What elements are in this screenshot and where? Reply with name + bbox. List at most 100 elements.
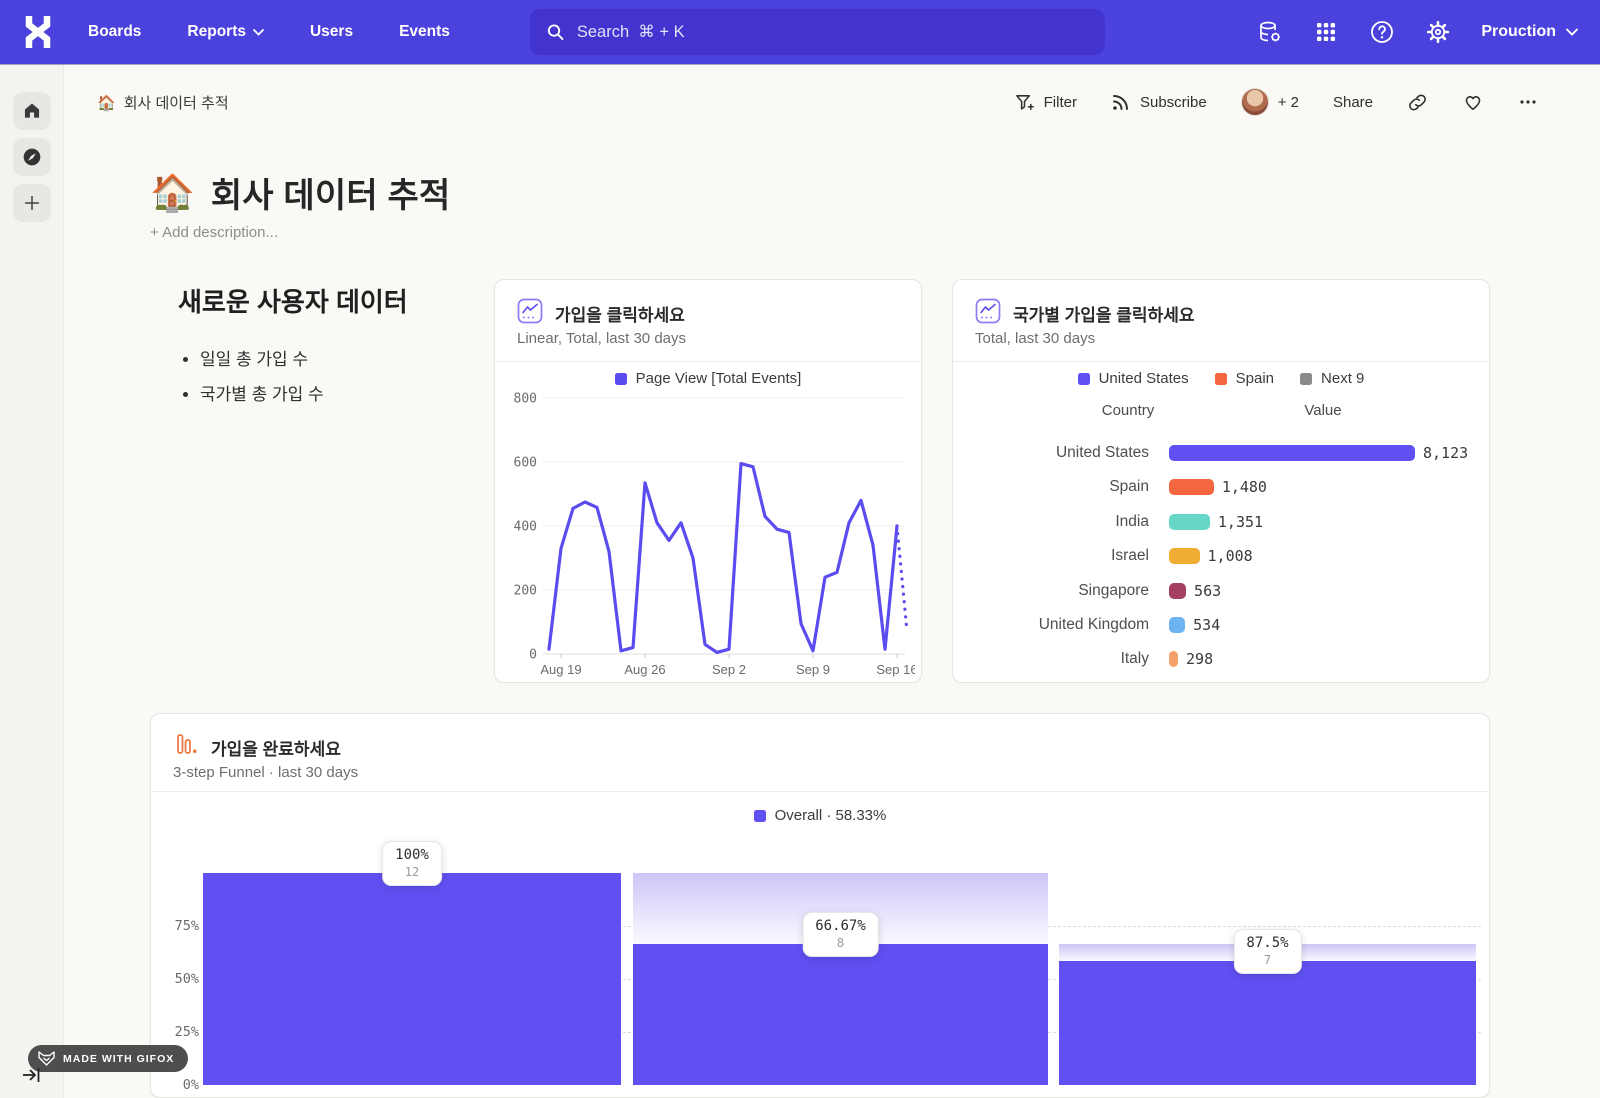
report-title[interactable]: 가입을 클릭하세요 [555, 301, 685, 326]
gifox-badge[interactable]: MADE WITH GIFOX [28, 1045, 188, 1072]
funnel-y-axis-label: 50% [155, 971, 199, 987]
funnel-step-bar-1[interactable] [203, 873, 621, 1085]
breadcrumb-label: 회사 데이터 추적 [124, 92, 229, 113]
ellipsis-icon [1518, 92, 1538, 112]
board-members[interactable]: + 2 [1241, 88, 1299, 116]
data-management-icon[interactable] [1257, 19, 1283, 45]
country-value-bar[interactable] [1169, 479, 1214, 495]
left-rail [0, 64, 64, 1098]
plus-icon [23, 194, 41, 212]
board-emoji: 🏠 [97, 94, 116, 112]
country-row-united-kingdom[interactable]: United Kingdom 534 [953, 608, 1489, 642]
country-row-united-states[interactable]: United States8,123 [953, 436, 1489, 470]
text-widget-bullet: 국가별 총 가입 수 [200, 380, 478, 405]
nav-users[interactable]: Users [310, 23, 353, 41]
search-input[interactable] [577, 23, 1089, 42]
page-title[interactable]: 회사 데이터 추적 [211, 168, 451, 217]
nav-boards[interactable]: Boards [88, 23, 141, 41]
mixpanel-logo-icon[interactable] [18, 12, 58, 52]
help-icon[interactable] [1369, 19, 1395, 45]
fox-icon [38, 1051, 55, 1066]
funnel-step-tooltip-1: 100%12 [382, 841, 442, 886]
funnel-step-bar-2[interactable] [633, 944, 1048, 1085]
country-value: 1,008 [1208, 547, 1253, 565]
apps-grid-icon[interactable] [1313, 19, 1339, 45]
board-title-row: 🏠 회사 데이터 추적 [150, 168, 450, 217]
nav-reports[interactable]: Reports [187, 23, 264, 41]
funnel-y-axis-label: 75% [155, 918, 199, 934]
settings-gear-icon[interactable] [1425, 19, 1451, 45]
board-toolbar: Filter Subscribe + 2 Share [1014, 88, 1538, 116]
country-row-india[interactable]: India1,351 [953, 505, 1489, 539]
svg-text:0: 0 [529, 648, 537, 663]
conversion-percent: 66.67% [815, 918, 866, 934]
country-label: India [953, 513, 1149, 531]
copy-link-button[interactable] [1407, 92, 1428, 113]
text-widget-bullet: 일일 총 가입 수 [200, 345, 478, 370]
country-bar-card: 국가별 가입을 클릭하세요 Total, last 30 days United… [952, 279, 1490, 683]
legend-swatch [1300, 373, 1312, 385]
filter-button[interactable]: Filter [1014, 92, 1077, 113]
favorite-button[interactable] [1462, 91, 1484, 113]
svg-text:800: 800 [514, 392, 537, 407]
country-label: United Kingdom [953, 616, 1149, 634]
text-widget-heading: 새로운 사용자 데이터 [178, 282, 478, 319]
svg-text:Sep 16: Sep 16 [876, 662, 915, 677]
funnel-step-tooltip-2: 66.67% 8 [802, 912, 879, 957]
country-value-bar[interactable] [1169, 445, 1415, 461]
home-button[interactable] [13, 92, 51, 130]
rss-icon [1111, 92, 1131, 112]
country-row-israel[interactable]: Israel1,008 [953, 539, 1489, 573]
members-more-count: + 2 [1278, 94, 1299, 111]
country-value: 8,123 [1423, 444, 1468, 462]
more-options-button[interactable] [1518, 92, 1538, 112]
search-bar[interactable] [530, 9, 1105, 55]
project-switcher[interactable]: Prouction [1481, 23, 1578, 41]
legend-item-united-states[interactable]: United States [1078, 370, 1189, 387]
funnel-step-tooltip-3: 87.5%7 [1233, 929, 1301, 974]
nav-events[interactable]: Events [399, 23, 450, 41]
line-chart-plot[interactable]: 0200400600800Aug 19Aug 26Sep 2Sep 9Sep 1… [503, 384, 915, 683]
line-chart-card: 가입을 클릭하세요 Linear, Total, last 30 days Pa… [494, 279, 922, 683]
country-label: Singapore [953, 582, 1149, 600]
chevron-down-icon [253, 29, 264, 36]
funnel-step-bar-3[interactable] [1059, 961, 1476, 1085]
collapse-sidebar-icon[interactable] [22, 1066, 42, 1084]
legend: United States Spain Next 9 [953, 370, 1489, 387]
country-row-spain[interactable]: Spain1,480 [953, 470, 1489, 504]
svg-text:200: 200 [514, 584, 537, 599]
country-value: 563 [1194, 582, 1221, 600]
legend-item-next-9[interactable]: Next 9 [1300, 370, 1364, 387]
add-description-button[interactable]: + Add description... [150, 224, 278, 241]
breadcrumb[interactable]: 🏠 회사 데이터 추적 [97, 92, 229, 113]
country-value-bar[interactable] [1169, 548, 1200, 564]
subscribe-button[interactable]: Subscribe [1111, 92, 1207, 112]
share-button[interactable]: Share [1333, 94, 1373, 111]
svg-text:Sep 9: Sep 9 [796, 662, 830, 677]
text-widget: 새로운 사용자 데이터 일일 총 가입 수 국가별 총 가입 수 [178, 282, 478, 415]
legend-item-spain[interactable]: Spain [1215, 370, 1274, 387]
create-button[interactable] [13, 184, 51, 222]
report-title[interactable]: 국가별 가입을 클릭하세요 [1013, 301, 1195, 326]
country-row-italy[interactable]: Italy298 [953, 642, 1489, 676]
funnel-card: 가입을 완료하세요 3-step Funnel · last 30 days O… [150, 713, 1490, 1098]
country-value-bar[interactable] [1169, 514, 1210, 530]
country-label: Italy [953, 650, 1149, 668]
legend-swatch [615, 373, 627, 385]
country-value-bar[interactable] [1169, 583, 1186, 599]
country-value-bar[interactable] [1169, 651, 1178, 667]
country-value: 534 [1193, 616, 1220, 634]
funnel-plot: 0%25%50%75%100%1266.67%887.5%7 [151, 714, 1489, 1097]
country-row-singapore[interactable]: Singapore 563 [953, 574, 1489, 608]
explore-button[interactable] [13, 138, 51, 176]
conversion-percent: 100% [395, 847, 429, 863]
column-header-value: Value [1283, 402, 1363, 419]
filter-funnel-icon [1014, 92, 1035, 113]
country-row-partial [953, 677, 1489, 683]
main-content: 🏠 회사 데이터 추적 Filter Subscribe + 2 Share [64, 64, 1600, 1098]
conversion-count: 8 [815, 936, 866, 950]
conversion-percent: 87.5% [1246, 935, 1288, 951]
country-value-bar[interactable] [1169, 617, 1185, 633]
svg-text:400: 400 [514, 520, 537, 535]
legend-swatch [1215, 373, 1227, 385]
